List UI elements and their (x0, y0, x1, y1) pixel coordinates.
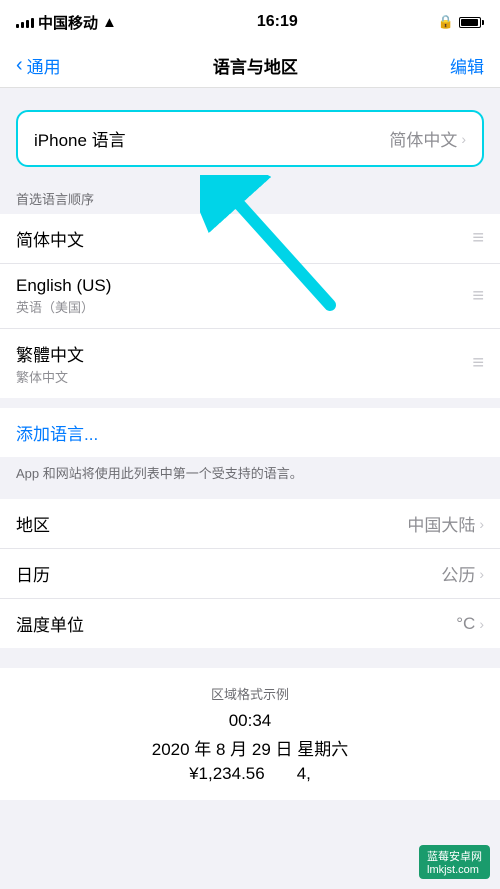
status-bar-right: 🔒 (438, 14, 484, 30)
edit-button[interactable]: 编辑 (450, 53, 484, 78)
status-bar: 中国移动 ▲ 16:19 🔒 (0, 0, 500, 44)
calendar-row[interactable]: 日历 公历 › (0, 549, 500, 599)
iphone-language-row[interactable]: iPhone 语言 简体中文 › (18, 112, 482, 165)
battery-icon (459, 17, 484, 28)
watermark-text: 蓝莓安卓网 (427, 851, 482, 863)
chevron-right-icon: › (479, 566, 484, 582)
drag-handle: ≡ (472, 352, 484, 375)
language-sub: 英语（美国） (16, 297, 111, 316)
temperature-row[interactable]: 温度单位 °C › (0, 599, 500, 648)
format-example-section: 区域格式示例 00:34 2020 年 8 月 29 日 星期六 ¥1,234.… (0, 668, 500, 800)
preferred-section-label: 首选语言顺序 (0, 183, 500, 214)
format-time: 00:34 (16, 711, 484, 731)
chevron-right-icon: › (461, 131, 466, 147)
region-label: 地区 (16, 511, 50, 536)
list-item[interactable]: 简体中文 ≡ (0, 214, 500, 264)
main-content: iPhone 语言 简体中文 › 首选语言顺序 简体中文 ≡ English (… (0, 88, 500, 812)
watermark: 蓝莓安卓网 lmkjst.com (419, 845, 490, 879)
language-sub: 繁体中文 (16, 367, 84, 386)
back-button[interactable]: ‹ 通用 (16, 53, 61, 78)
calendar-value: 公历 (441, 561, 475, 586)
iphone-language-current: 简体中文 (389, 126, 457, 151)
iphone-language-section[interactable]: iPhone 语言 简体中文 › (16, 110, 484, 167)
carrier-label: 中国移动 (38, 12, 98, 33)
format-currency: ¥1,234.56 (189, 764, 265, 784)
chevron-left-icon: ‹ (16, 54, 23, 77)
lock-icon: 🔒 (438, 14, 454, 30)
signal-icon (16, 16, 34, 28)
drag-handle: ≡ (472, 227, 484, 250)
region-row[interactable]: 地区 中国大陆 › (0, 499, 500, 549)
iphone-language-label: iPhone 语言 (34, 126, 126, 151)
add-language-button[interactable]: 添加语言... (0, 408, 500, 457)
nav-bar: ‹ 通用 语言与地区 编辑 (0, 44, 500, 88)
status-bar-left: 中国移动 ▲ (16, 12, 117, 33)
temperature-label: 温度单位 (16, 611, 84, 636)
format-date: 2020 年 8 月 29 日 星期六 (16, 735, 484, 760)
back-label: 通用 (27, 53, 61, 78)
calendar-label: 日历 (16, 561, 50, 586)
language-name: English (US) (16, 276, 111, 296)
temperature-value: °C (456, 614, 475, 634)
drag-handle: ≡ (472, 285, 484, 308)
wifi-icon: ▲ (102, 14, 117, 31)
settings-section: 地区 中国大陆 › 日历 公历 › 温度单位 °C › (0, 499, 500, 648)
status-time: 16:19 (257, 13, 298, 31)
list-item[interactable]: English (US) 英语（美国） ≡ (0, 264, 500, 329)
iphone-language-value: 简体中文 › (389, 126, 466, 151)
list-item[interactable]: 繁體中文 繁体中文 ≡ (0, 329, 500, 398)
watermark-url: lmkjst.com (427, 864, 479, 876)
format-title: 区域格式示例 (16, 684, 484, 703)
page-title: 语言与地区 (213, 53, 298, 78)
helper-text: App 和网站将使用此列表中第一个受支持的语言。 (0, 457, 500, 499)
format-numbers: ¥1,234.56 4, (16, 764, 484, 784)
language-name: 繁體中文 (16, 341, 84, 366)
chevron-right-icon: › (479, 516, 484, 532)
chevron-right-icon: › (479, 616, 484, 632)
region-value: 中国大陆 (407, 511, 475, 536)
language-list: 简体中文 ≡ English (US) 英语（美国） ≡ 繁體中文 繁体中文 ≡ (0, 214, 500, 398)
format-number: 4, (297, 764, 311, 784)
language-name: 简体中文 (16, 226, 84, 251)
